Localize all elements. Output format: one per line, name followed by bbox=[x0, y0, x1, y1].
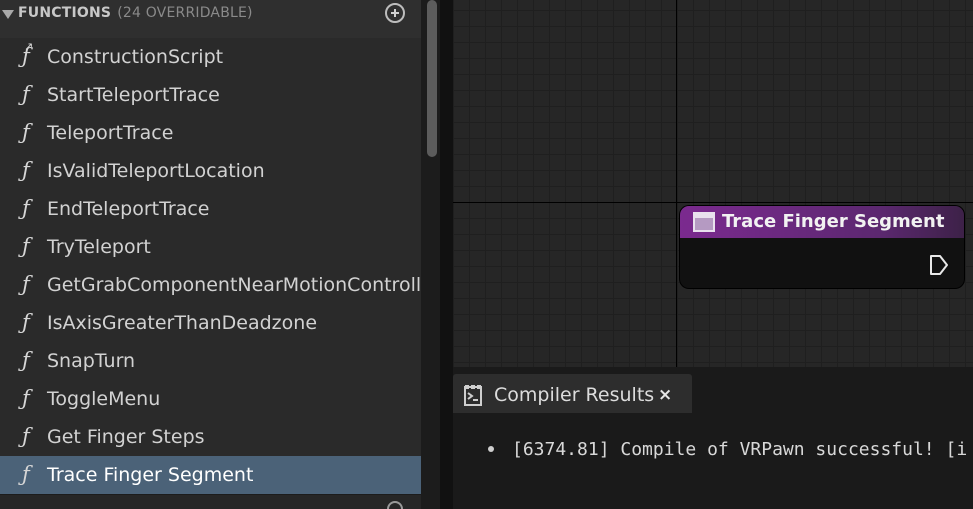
node-header[interactable]: Trace Finger Segment bbox=[680, 206, 964, 238]
node-title: Trace Finger Segment bbox=[722, 211, 945, 232]
function-icon: ƒ bbox=[22, 310, 30, 334]
function-label: ConstructionScript bbox=[47, 46, 224, 68]
overridable-count: (24 OVERRIDABLE) bbox=[117, 5, 253, 21]
function-item-togglemenu[interactable]: ƒ ToggleMenu bbox=[0, 380, 421, 418]
function-icon: ƒ bbox=[22, 82, 30, 106]
function-item-get-finger-steps[interactable]: ƒ Get Finger Steps bbox=[0, 418, 421, 456]
close-icon[interactable]: × bbox=[658, 385, 672, 405]
add-function-icon[interactable] bbox=[385, 3, 405, 23]
functions-section-title: FUNCTIONS (24 OVERRIDABLE) bbox=[18, 5, 253, 21]
function-icon: ƒ bbox=[22, 424, 30, 448]
tab-compiler-results[interactable]: Compiler Results × bbox=[453, 374, 692, 413]
function-entry-icon bbox=[693, 212, 715, 232]
compiler-results-panel: Compiler Results × [6374.81] Compile of … bbox=[453, 367, 973, 509]
function-label: StartTeleportTrace bbox=[47, 84, 220, 106]
function-icon: ƒ bbox=[22, 158, 30, 182]
function-icon: ƒ bbox=[22, 462, 30, 486]
function-item-isvalidteleportlocation[interactable]: ƒ IsValidTeleportLocation bbox=[0, 152, 421, 190]
function-list: ↗ ƒ ConstructionScript ƒ StartTeleportTr… bbox=[0, 38, 440, 494]
function-item-isaxisgreaterthandeadzone[interactable]: ƒ IsAxisGreaterThanDeadzone bbox=[0, 304, 421, 342]
function-label: Get Finger Steps bbox=[47, 426, 205, 448]
function-icon: ƒ bbox=[22, 272, 30, 296]
tab-label: Compiler Results bbox=[494, 384, 655, 406]
function-label: IsAxisGreaterThanDeadzone bbox=[47, 312, 318, 334]
log-line[interactable]: [6374.81] Compile of VRPawn successful! … bbox=[512, 439, 967, 460]
function-icon: ƒ bbox=[22, 386, 30, 410]
construction-script-icon: ƒ bbox=[22, 44, 30, 68]
function-label: EndTeleportTrace bbox=[47, 198, 210, 220]
function-label: TryTeleport bbox=[47, 236, 151, 258]
function-icon: ƒ bbox=[22, 120, 30, 144]
function-icon: ƒ bbox=[22, 196, 30, 220]
function-item-teleporttrace[interactable]: ƒ TeleportTrace bbox=[0, 114, 421, 152]
function-item-trace-finger-segment[interactable]: ƒ Trace Finger Segment bbox=[0, 456, 421, 494]
exec-output-pin-icon[interactable] bbox=[929, 254, 949, 276]
graph-origin-horizontal-line bbox=[453, 202, 973, 203]
collapse-arrow-icon[interactable] bbox=[2, 10, 14, 19]
function-icon: ƒ bbox=[22, 348, 30, 372]
function-item-startteleporttrace[interactable]: ƒ StartTeleportTrace bbox=[0, 76, 421, 114]
function-label: Trace Finger Segment bbox=[47, 464, 254, 486]
function-entry-node[interactable]: Trace Finger Segment bbox=[680, 206, 964, 288]
function-item-endteleporttrace[interactable]: ƒ EndTeleportTrace bbox=[0, 190, 421, 228]
graph-origin-vertical-line bbox=[676, 0, 677, 367]
panel-splitter[interactable] bbox=[440, 0, 453, 509]
scrollbar-thumb[interactable] bbox=[427, 0, 437, 157]
functions-section-header[interactable]: FUNCTIONS (24 OVERRIDABLE) bbox=[0, 0, 421, 39]
compiler-log-icon bbox=[464, 385, 482, 406]
function-label: IsValidTeleportLocation bbox=[47, 160, 265, 182]
next-section-header[interactable] bbox=[0, 494, 421, 509]
add-icon[interactable] bbox=[387, 501, 403, 509]
functions-panel: FUNCTIONS (24 OVERRIDABLE) ↗ ƒ Constructi… bbox=[0, 0, 440, 509]
function-icon: ƒ bbox=[22, 234, 30, 258]
function-label: GetGrabComponentNearMotionController bbox=[47, 274, 440, 296]
panel-scrollbar[interactable] bbox=[421, 0, 440, 509]
graph-canvas[interactable]: Trace Finger Segment bbox=[453, 0, 973, 367]
function-label: ToggleMenu bbox=[47, 388, 161, 410]
function-item-tryteleport[interactable]: ƒ TryTeleport bbox=[0, 228, 421, 266]
function-item-getgrabcomponentnearmotioncontroller[interactable]: ƒ GetGrabComponentNearMotionController bbox=[0, 266, 440, 304]
compiler-results-log: [6374.81] Compile of VRPawn successful! … bbox=[453, 413, 973, 509]
function-label: TeleportTrace bbox=[47, 122, 174, 144]
log-bullet-icon bbox=[488, 446, 494, 452]
function-label: SnapTurn bbox=[47, 350, 136, 372]
function-item-constructionscript[interactable]: ↗ ƒ ConstructionScript bbox=[0, 38, 421, 76]
function-item-snapturn[interactable]: ƒ SnapTurn bbox=[0, 342, 421, 380]
